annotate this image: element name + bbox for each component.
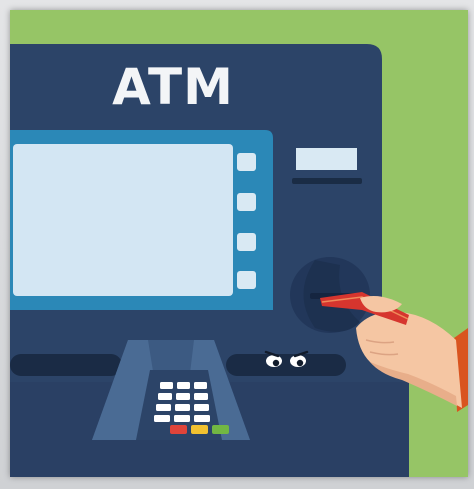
keypad-key xyxy=(194,382,207,389)
atm-sign-text: ATM xyxy=(112,58,234,116)
cash-slot-right xyxy=(226,354,346,376)
atm-illustration: ATM xyxy=(10,10,468,477)
keypad-key xyxy=(194,393,208,400)
keypad-key xyxy=(160,382,173,389)
cash-slot-left xyxy=(10,354,122,376)
keypad-enter-key xyxy=(212,425,229,434)
keypad-key xyxy=(194,404,209,411)
keypad-key xyxy=(156,404,171,411)
screen-side-button-3 xyxy=(237,233,256,251)
peeking-pupil-right xyxy=(296,359,304,367)
screen-side-button-1 xyxy=(237,153,256,171)
keypad-key xyxy=(176,393,190,400)
screen-side-button-2 xyxy=(237,193,256,211)
receipt-window xyxy=(296,148,357,170)
receipt-slot xyxy=(292,178,362,184)
keypad-clear-key xyxy=(191,425,208,434)
keypad-key xyxy=(177,382,190,389)
keypad-key xyxy=(174,415,190,422)
keypad-cancel-key xyxy=(170,425,187,434)
keypad-key xyxy=(194,415,210,422)
screen-side-button-4 xyxy=(237,271,256,289)
peeking-pupil-left xyxy=(272,359,280,367)
keypad-key xyxy=(175,404,190,411)
keypad-key xyxy=(154,415,170,422)
atm-screen xyxy=(13,144,233,296)
keypad-key xyxy=(158,393,172,400)
